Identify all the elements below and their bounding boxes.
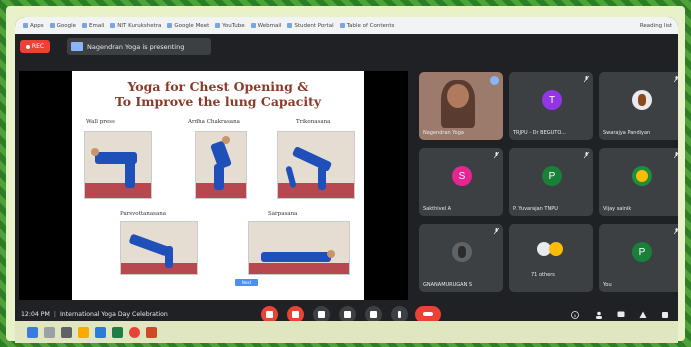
mail-icon	[250, 23, 256, 28]
pose-label: Trikonasana	[296, 119, 331, 125]
site-icon	[110, 23, 116, 28]
present-icon	[370, 311, 377, 318]
emoji-icon	[636, 170, 648, 182]
bookmark-portal[interactable]: Student Portal	[287, 23, 334, 29]
participant-tile[interactable]: Nagendran Yoga	[419, 72, 503, 140]
mic-off-icon	[494, 152, 499, 159]
camera-off-icon	[292, 311, 299, 318]
reading-list[interactable]: Reading list	[640, 23, 672, 29]
present-screen-icon	[71, 42, 83, 51]
participant-tile[interactable]: GNANAMURUGAN S	[419, 224, 503, 292]
mic-off-icon	[674, 228, 678, 235]
bookmark-toc[interactable]: Table of Contents	[339, 23, 394, 29]
store-icon[interactable]	[112, 326, 123, 338]
pose-label: Sarpasana	[268, 211, 298, 217]
mic-off-icon	[266, 311, 273, 318]
participant-tile[interactable]: T TRJPU - Dr BEGUTO...	[509, 72, 593, 140]
record-icon	[25, 44, 30, 49]
host-controls-icon[interactable]	[661, 311, 669, 319]
avatar: S	[452, 166, 472, 186]
avatar: T	[542, 90, 562, 110]
edge-icon[interactable]	[95, 326, 106, 338]
bookmark-youtube[interactable]: YouTube	[215, 23, 245, 29]
doc-icon	[339, 23, 345, 28]
youtube-icon	[215, 23, 221, 28]
people-icon[interactable]	[595, 311, 603, 319]
bookmark-meet[interactable]: Google Meet	[167, 23, 209, 29]
bookmark-nit[interactable]: NIT Kurukshetra	[110, 23, 161, 29]
pose-photo	[248, 221, 350, 275]
meeting-info: 12:04 PM | International Yoga Day Celebrat…	[21, 311, 168, 318]
mic-off-icon	[584, 76, 589, 83]
slide-next-button[interactable]: Next	[235, 279, 258, 286]
presenting-banner: Nagendran Yoga is presenting	[67, 38, 211, 55]
chat-icon[interactable]	[617, 311, 625, 319]
powerpoint-icon[interactable]	[146, 326, 157, 338]
activities-icon[interactable]	[639, 311, 647, 319]
bookmark-apps[interactable]: Apps	[23, 23, 44, 29]
recording-badge: REC	[20, 40, 50, 53]
avatar	[452, 242, 472, 262]
folder-icon[interactable]	[78, 326, 89, 338]
captions-icon	[318, 311, 325, 318]
pose-label: Parsvottanasana	[120, 211, 167, 217]
search-icon[interactable]	[44, 326, 55, 338]
bookmark-email[interactable]: Email	[82, 23, 104, 29]
pose-label: Ardha Chakrasana	[188, 119, 240, 125]
avatar	[549, 242, 563, 256]
google-icon	[49, 23, 55, 28]
pose-photo	[277, 131, 355, 199]
pose-photo	[195, 131, 247, 199]
mic-off-icon	[494, 228, 499, 235]
camera-face	[447, 84, 469, 108]
avatar: P	[542, 166, 562, 186]
email-icon	[82, 23, 88, 28]
portal-icon	[287, 23, 293, 28]
pose-photo	[84, 131, 152, 199]
profile-photo-icon	[458, 246, 466, 258]
os-taskbar	[15, 321, 678, 343]
presented-slide: Yoga for Chest Opening & To Improve the …	[72, 71, 364, 300]
meet-window: Apps Google Email NIT Kurukshetra Google…	[15, 17, 678, 329]
slide-title: Yoga for Chest Opening & To Improve the …	[114, 79, 322, 109]
participant-tile[interactable]: P You	[599, 224, 678, 292]
participant-tile[interactable]: P P. Yuvarajan TNPU	[509, 148, 593, 216]
task-view-icon[interactable]	[61, 326, 72, 338]
mic-off-icon	[674, 152, 678, 159]
apps-icon	[23, 23, 28, 28]
mic-off-icon	[674, 76, 678, 83]
pose-label: Wall press	[86, 119, 115, 125]
info-icon[interactable]	[571, 311, 579, 319]
chrome-icon[interactable]	[129, 326, 140, 338]
bookmark-webmail[interactable]: Webmail	[250, 23, 281, 29]
bookmark-google[interactable]: Google	[49, 23, 76, 29]
speaking-icon	[490, 76, 499, 85]
avatar	[632, 90, 652, 110]
participant-tile[interactable]: Vijay sainik	[599, 148, 678, 216]
participant-grid: Nagendran Yoga T TRJPU - Dr BEGUTO... Sw…	[419, 72, 678, 306]
bookmarks-bar: Apps Google Email NIT Kurukshetra Google…	[15, 17, 678, 34]
meet-top-bar: REC Nagendran Yoga is presenting	[15, 34, 678, 60]
hand-icon	[344, 311, 351, 318]
pose-photo	[120, 221, 198, 275]
mic-off-icon	[584, 152, 589, 159]
profile-photo-icon	[638, 94, 646, 106]
presentation-stage: Yoga for Chest Opening & To Improve the …	[19, 71, 408, 300]
start-icon[interactable]	[27, 326, 38, 338]
more-vert-icon	[398, 311, 401, 318]
meet-icon	[167, 23, 173, 28]
participant-tile[interactable]: Swarajya Pandiyan	[599, 72, 678, 140]
avatar	[632, 166, 652, 186]
call-end-icon	[423, 312, 433, 316]
avatar: P	[632, 242, 652, 262]
participant-tile[interactable]: S Sakthivel A	[419, 148, 503, 216]
participant-tile[interactable]: 71 others	[509, 224, 593, 292]
